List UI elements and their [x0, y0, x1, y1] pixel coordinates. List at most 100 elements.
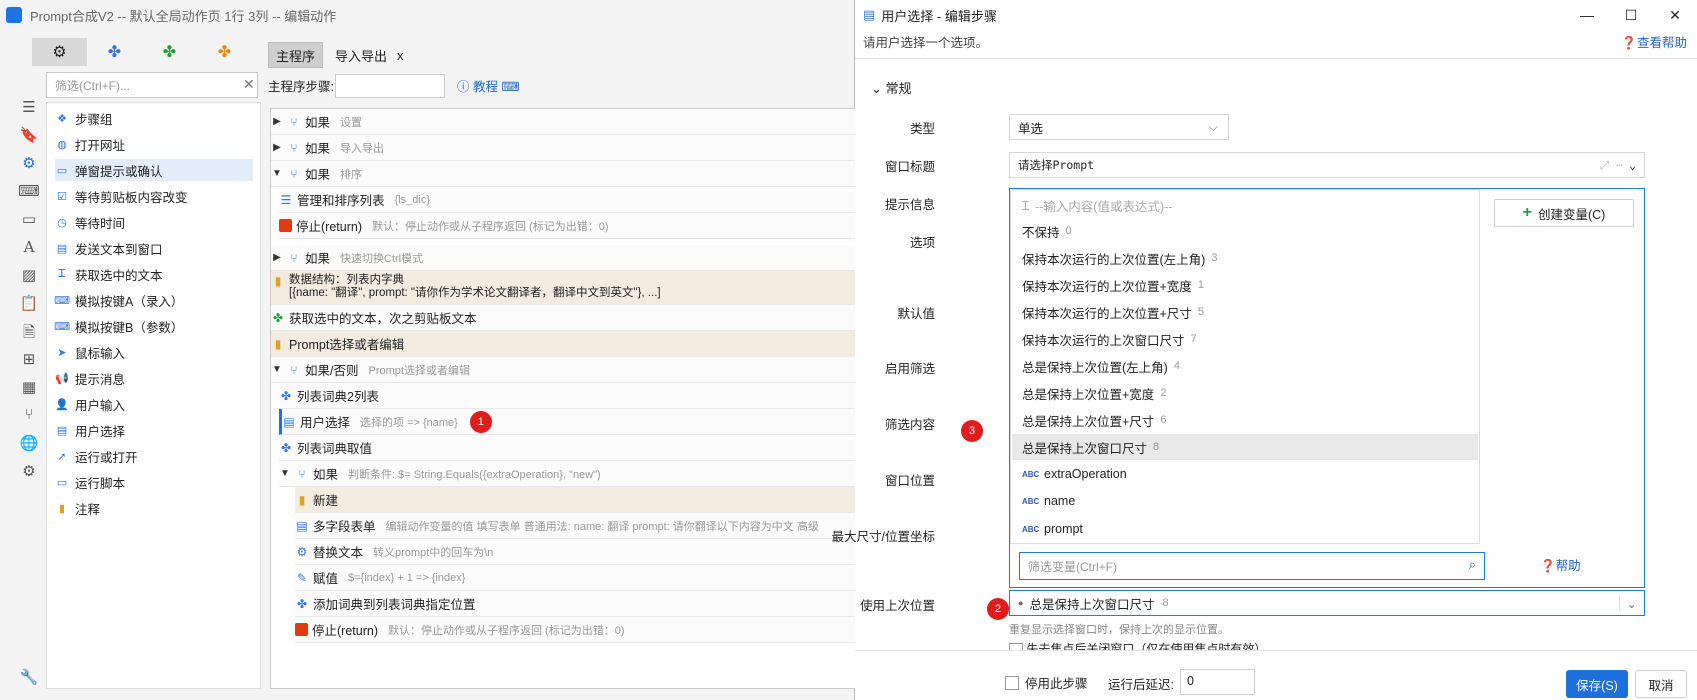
image-icon[interactable]: ▨: [16, 266, 42, 286]
popup-help-link[interactable]: ❓帮助: [1540, 555, 1581, 574]
option-item[interactable]: 保持本次运行的上次位置+宽度 1: [1012, 272, 1478, 298]
collapse-icon[interactable]: ▼: [279, 468, 291, 479]
expand-icon[interactable]: ▶: [271, 116, 283, 127]
list-item[interactable]: ☑ 等待剪贴板内容改变: [55, 185, 187, 207]
disable-step-option[interactable]: 停用此步骤: [1005, 673, 1088, 692]
bookmark-icon[interactable]: 🔖: [16, 126, 42, 146]
tutorial-link[interactable]: ⓘ 教程 ⌨: [457, 76, 520, 95]
tree-row[interactable]: 停止(return) 默认：停止动作或从子程序返回 (标记为出错：0): [279, 213, 855, 239]
main-steps-input[interactable]: [335, 74, 445, 98]
close-tab-icon[interactable]: x: [397, 48, 404, 63]
text-icon[interactable]: A: [16, 238, 42, 258]
list-item[interactable]: ▮ 注释: [55, 497, 100, 519]
globe-icon[interactable]: 🌐: [16, 434, 42, 454]
tree-row[interactable]: ✤ 列表词典2列表: [279, 383, 855, 409]
list-item[interactable]: ▤ 用户选择: [55, 419, 125, 441]
list-item[interactable]: ▭ 运行脚本: [55, 471, 125, 493]
tree-row[interactable]: ▤ 用户选择 选择的项 => {name} 1: [279, 409, 855, 435]
tree-row[interactable]: 停止(return) 默认：停止动作或从子程序返回 (标记为出错：0): [295, 617, 855, 643]
help-link[interactable]: ❓查看帮助: [1621, 32, 1687, 51]
tree-row[interactable]: ✤ 添加词典到列表词典指定位置: [295, 591, 855, 617]
option-item[interactable]: 保持本次运行的上次位置+尺寸 5: [1012, 299, 1478, 325]
tree-row[interactable]: ▮ 数据结构：列表内字典 [{name: "翻译", prompt: "请你作为学术…: [271, 271, 855, 305]
tree-row[interactable]: ▼ ⑂ 如果/否则 Prompt选择或者编辑: [271, 357, 855, 383]
expand-icon[interactable]: ⤢ ⋯: [1600, 158, 1623, 173]
collapse-icon[interactable]: ▼: [271, 168, 283, 179]
tree-row[interactable]: ▮ Prompt选择或者编辑: [271, 331, 855, 357]
collapse-icon[interactable]: ▼: [271, 364, 283, 375]
option-item[interactable]: 总是保持上次位置+宽度 2: [1012, 380, 1478, 406]
tab-main[interactable]: 主程序: [268, 42, 323, 68]
tree-row[interactable]: ▶ ⑂ 如果 导入导出: [271, 135, 855, 161]
tree-row[interactable]: ✤ 列表词典取值: [279, 435, 855, 461]
expression-input[interactable]: Ɪ --输入内容(值或表达式)--: [1012, 192, 1478, 218]
option-item[interactable]: 保持本次运行的上次位置(左上角) 3: [1012, 245, 1478, 271]
maximize-button[interactable]: ☐: [1609, 0, 1653, 30]
chevron-down-icon[interactable]: ⌄: [1618, 595, 1644, 611]
filter-input[interactable]: 筛选(Ctrl+F)...: [46, 72, 258, 98]
clipboard-icon[interactable]: 📋: [16, 294, 42, 314]
lose-focus-option[interactable]: 失去焦点后关闭窗口（仅在使用焦点时有效）: [1009, 640, 1266, 650]
settings-cog-icon[interactable]: ⚙: [16, 462, 42, 482]
option-item[interactable]: 总是保持上次位置+尺寸 6: [1012, 407, 1478, 433]
tree-row[interactable]: ▤ 多字段表单 编辑动作变量的值 填写表单 普通用法: name: 翻译 promp…: [295, 513, 855, 539]
expand-icon[interactable]: ▶: [271, 142, 283, 153]
tree-row[interactable]: ✤ 获取选中的文本，次之剪贴板文本: [271, 305, 855, 331]
variable-item[interactable]: ABC prompt: [1012, 515, 1478, 543]
option-item[interactable]: 总是保持上次位置(左上角) 4: [1012, 353, 1478, 379]
section-header[interactable]: ⌄ 常规: [871, 78, 912, 97]
window-title-input[interactable]: 请选择Prompt ⤢ ⋯ ⌄: [1009, 152, 1645, 178]
list-item[interactable]: ◍ 打开网址: [55, 133, 125, 155]
clear-icon[interactable]: ✕: [243, 76, 255, 93]
search-icon[interactable]: ⌕: [1469, 557, 1476, 573]
branch-icon[interactable]: ⑂: [16, 406, 42, 426]
tree-row[interactable]: ⚙ 替换文本 转义prompt中的回车为\n: [295, 539, 855, 565]
tree-row[interactable]: ▶ ⑂ 如果 设置: [271, 109, 855, 135]
keyboard-icon[interactable]: ⌨: [501, 80, 519, 94]
cancel-button[interactable]: 取消: [1635, 670, 1687, 698]
use-last-position-select[interactable]: ● 总是保持上次窗口尺寸 8 ⌄: [1009, 590, 1645, 616]
wrench-icon[interactable]: 🔧: [16, 668, 42, 688]
type-select[interactable]: 单选 ⌵: [1009, 114, 1229, 140]
menu-icon[interactable]: ☰: [16, 98, 42, 118]
tab-import-export[interactable]: 导入导出 x: [335, 42, 404, 68]
close-button[interactable]: ✕: [1653, 0, 1697, 30]
nodes-green-tab-button[interactable]: ✤: [142, 38, 197, 66]
create-variable-button[interactable]: + 创建变量(C): [1494, 199, 1634, 227]
variable-filter-input[interactable]: 筛选变量(Ctrl+F) ⌕: [1019, 552, 1485, 580]
tree-row[interactable]: ▼ ⑂ 如果 排序: [271, 161, 855, 187]
windows-icon[interactable]: ⊞: [16, 350, 42, 370]
list-item[interactable]: 📢 提示消息: [55, 367, 125, 389]
list-item[interactable]: ➤ 鼠标输入: [55, 341, 125, 363]
gear-tab-button[interactable]: ⚙: [32, 38, 87, 66]
delay-input[interactable]: 0: [1180, 669, 1255, 695]
tree-row[interactable]: ▼ ⑂ 如果 判断条件: $= String.Equals({extraOperati…: [279, 461, 855, 487]
gear-icon[interactable]: ⚙: [16, 154, 42, 174]
list-item[interactable]: ◷ 等待时间: [55, 211, 125, 233]
list-item[interactable]: ❖ 步骤组: [55, 107, 112, 129]
list-item[interactable]: ⌨ 模拟按键A（录入）: [54, 289, 183, 311]
variable-item[interactable]: ABC extraOperation: [1012, 461, 1478, 487]
document-icon[interactable]: 🗎: [16, 322, 42, 342]
disable-step-checkbox[interactable]: [1005, 675, 1019, 690]
minimize-button[interactable]: —: [1565, 0, 1609, 30]
list-item[interactable]: ⌨ 模拟按键B（参数）: [54, 315, 183, 337]
tree-row[interactable]: ☰ 管理和排序列表 {ls_dic}: [279, 187, 855, 213]
list-item[interactable]: 👤 用户输入: [55, 393, 125, 415]
tree-row[interactable]: ▮ 新建: [295, 487, 855, 513]
nodes-orange-tab-button[interactable]: ✤: [197, 38, 252, 66]
tree-row[interactable]: ✎ 赋值 $={index} + 1 => {index}: [295, 565, 855, 591]
window-icon[interactable]: ▭: [16, 210, 42, 230]
chevron-down-icon[interactable]: ⌄: [1629, 158, 1636, 172]
tree-row[interactable]: ▶ ⑂ 如果 快速切换Ctrl模式: [271, 245, 855, 271]
list-item[interactable]: ▤ 发送文本到窗口: [55, 237, 163, 259]
list-item[interactable]: Ꮖ 获取选中的文本: [55, 263, 162, 285]
option-item[interactable]: 保持本次运行的上次窗口尺寸 7: [1012, 326, 1478, 352]
nodes-blue-tab-button[interactable]: ✤: [87, 38, 142, 66]
list-item[interactable]: ▭ 弹窗提示或确认: [55, 159, 253, 181]
option-item[interactable]: 不保持 0: [1012, 218, 1478, 244]
grid-icon[interactable]: ▦: [16, 378, 42, 398]
save-button[interactable]: 保存(S): [1566, 670, 1628, 698]
option-item-selected[interactable]: 总是保持上次窗口尺寸 8: [1012, 434, 1478, 460]
expand-icon[interactable]: ▶: [271, 252, 283, 263]
